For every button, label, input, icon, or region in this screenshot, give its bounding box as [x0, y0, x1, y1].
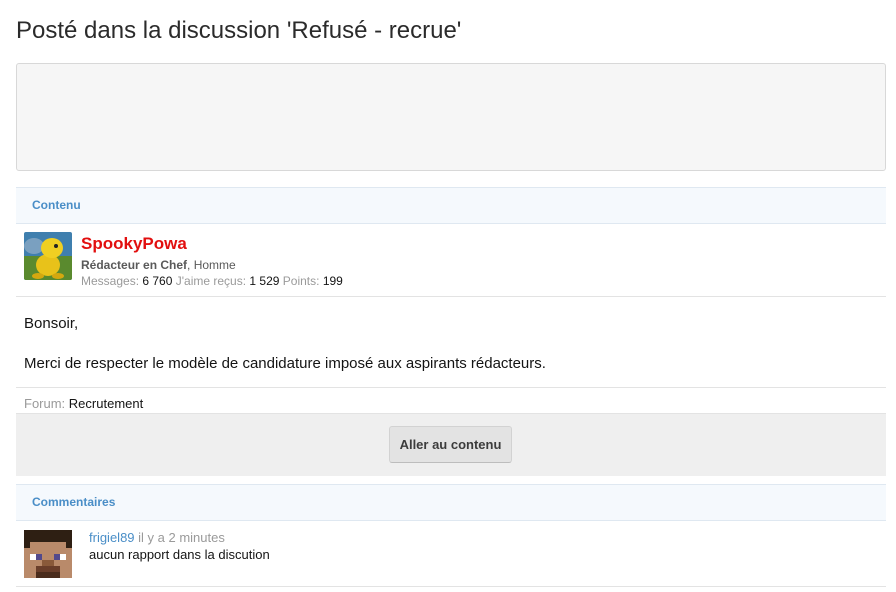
author-role: Rédacteur en Chef: [81, 258, 188, 272]
comments-header: Commentaires: [16, 484, 886, 521]
goto-content-button[interactable]: Aller au contenu: [389, 426, 512, 463]
commenter-username[interactable]: frigiel89: [89, 530, 135, 545]
message-line: Merci de respecter le modèle de candidat…: [24, 355, 546, 372]
action-bar: Aller au contenu: [16, 413, 886, 476]
messages-value: 6 760: [142, 274, 173, 288]
author-avatar[interactable]: [24, 232, 72, 280]
points-label: Points:: [282, 274, 320, 288]
page-title: Posté dans la discussion 'Refusé - recru…: [16, 17, 462, 44]
message-line: Bonsoir,: [24, 315, 79, 332]
author-info: SpookyPowa Rédacteur en Chef, Homme Mess…: [16, 224, 886, 297]
messages-label: Messages:: [81, 274, 140, 288]
author-gender: , Homme: [187, 258, 236, 272]
comment-text: aucun rapport dans la discution: [89, 547, 270, 562]
comment-time: il y a 2 minutes: [138, 530, 225, 545]
forum-link[interactable]: Recrutement: [69, 396, 143, 411]
comment-meta: frigiel89 il y a 2 minutes: [89, 530, 225, 545]
commenter-avatar[interactable]: [24, 530, 72, 578]
content-header: Contenu: [16, 187, 886, 224]
author-stats: Messages: 6 760 J'aime reçus: 1 529 Poin…: [81, 274, 343, 288]
empty-panel: [16, 63, 886, 171]
author-title: Rédacteur en Chef, Homme: [81, 258, 236, 272]
forum-label: Forum:: [24, 396, 66, 411]
comment-item: frigiel89 il y a 2 minutes aucun rapport…: [16, 521, 886, 587]
forum-info: Forum: Recrutement: [16, 388, 886, 413]
content-block: Contenu SpookyPowa Rédacteur en Chef, Ho…: [16, 187, 886, 476]
likes-value: 1 529: [249, 274, 280, 288]
likes-label: J'aime reçus:: [175, 274, 247, 288]
points-value: 199: [322, 274, 343, 288]
message-body: Bonsoir, Merci de respecter le modèle de…: [16, 297, 886, 388]
comments-block: Commentaires frigiel89 il y a 2 minutes …: [16, 484, 886, 587]
author-username[interactable]: SpookyPowa: [81, 234, 187, 254]
